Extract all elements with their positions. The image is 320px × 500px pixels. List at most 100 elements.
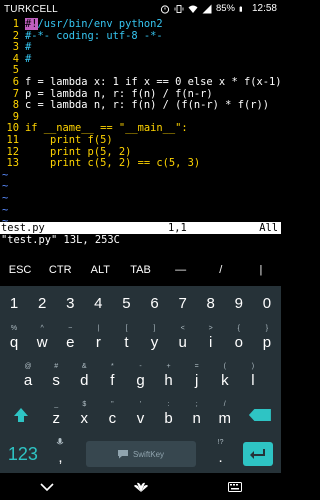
- key-h[interactable]: + h: [155, 360, 183, 394]
- key-b[interactable]: :b: [155, 398, 183, 432]
- key-g[interactable]: -g: [126, 360, 154, 394]
- status-filename: test.py: [1, 222, 45, 234]
- code-line: 2 #-*- coding: utf-8 -*-: [0, 29, 281, 43]
- key-5[interactable]: 5: [112, 286, 140, 320]
- key-8[interactable]: 8: [197, 286, 225, 320]
- key-z[interactable]: _ z: [42, 398, 70, 432]
- clock: 12:58: [251, 3, 277, 14]
- ctrl-key[interactable]: CTR: [40, 264, 80, 276]
- key-r[interactable]: | r: [84, 322, 112, 356]
- keyboard-switch-icon[interactable]: [227, 481, 242, 492]
- key-9[interactable]: 9: [225, 286, 253, 320]
- key-6[interactable]: 6: [140, 286, 168, 320]
- code-text: print f(5): [25, 133, 113, 146]
- wifi-icon: [188, 5, 198, 13]
- key-j[interactable]: = j: [183, 360, 211, 394]
- line-number: 8: [12, 99, 19, 112]
- code-text: #: [25, 52, 32, 65]
- key-e[interactable]: ~ e: [56, 322, 84, 356]
- code-text: #-*- coding: utf-8 -*-: [25, 29, 163, 42]
- status-icons: 85% 12:58: [160, 3, 277, 14]
- code-line: 13 print c(5, 2) == c(5, 3): [0, 157, 281, 170]
- backspace-icon: [248, 409, 271, 421]
- vim-status-line: test.py 1,1 All: [0, 222, 281, 234]
- extra-keys-row: ESC CTR ALT TAB — / |: [0, 256, 281, 284]
- code-text: #: [25, 41, 32, 54]
- backspace-key[interactable]: [239, 398, 281, 432]
- space-brand-label: SwiftKey: [132, 449, 165, 459]
- key-u[interactable]: < u: [169, 322, 197, 356]
- tab-key[interactable]: TAB: [120, 264, 160, 276]
- key-l[interactable]: ) l: [239, 360, 267, 394]
- signal-icon: [202, 4, 212, 13]
- key-s[interactable]: # s: [42, 360, 70, 394]
- key-f[interactable]: * f: [98, 360, 126, 394]
- vim-command-line: "test.py" 13L, 253C: [0, 234, 282, 246]
- enter-key[interactable]: [235, 436, 281, 472]
- enter-icon: [250, 449, 266, 459]
- line-number: 11: [6, 133, 19, 146]
- key-n[interactable]: ; n: [183, 398, 211, 432]
- key-y[interactable]: ] y: [140, 322, 168, 356]
- key-0[interactable]: 0: [253, 286, 281, 320]
- swiftkey-keyboard: 1 2 3 4 5 6 7 8 9 0 % q ^ w ~ e | r [t ] y < u…: [0, 286, 281, 473]
- key-q[interactable]: % q: [0, 322, 28, 356]
- key-x[interactable]: $ x: [70, 398, 98, 432]
- huawei-logo-icon: [133, 482, 148, 492]
- key-3[interactable]: 3: [56, 286, 84, 320]
- empty-line-marker: ~: [2, 191, 9, 204]
- code-line: 3 #: [0, 41, 281, 54]
- code-line: 8 c = lambda n, r: f(n) / (f(n-r) * f(r)): [0, 99, 281, 112]
- key-k[interactable]: (k: [211, 360, 239, 394]
- comma-key[interactable]: ,: [46, 436, 75, 472]
- empty-line-marker: ~: [2, 168, 9, 181]
- letter-row-3: _ z $ x " c ' v :b ; n / m: [0, 398, 281, 432]
- key-a[interactable]: @ a: [14, 360, 42, 394]
- code-text: print p(5, 2): [25, 145, 132, 158]
- letter-row-1: % q ^ w ~ e | r [t ] y < u > i {o } p: [0, 322, 281, 356]
- vibrate-icon: [174, 4, 184, 13]
- key-w[interactable]: ^ w: [28, 322, 56, 356]
- key-t[interactable]: [t: [112, 322, 140, 356]
- key-c[interactable]: " c: [98, 398, 126, 432]
- code-text: c = lambda n, r: f(n) / (f(n-r) * f(r)): [25, 99, 269, 112]
- swiftkey-logo-icon: [117, 450, 128, 459]
- number-row: 1 2 3 4 5 6 7 8 9 0: [0, 286, 281, 320]
- pipe-key[interactable]: |: [241, 264, 281, 276]
- key-4[interactable]: 4: [84, 286, 112, 320]
- letter-row-2: @ a # s & d * f -g + h = j (k ) l: [0, 360, 281, 394]
- symbols-mode-key[interactable]: 123: [0, 436, 46, 472]
- esc-key[interactable]: ESC: [0, 264, 40, 276]
- key-1[interactable]: 1: [0, 286, 28, 320]
- key-m[interactable]: / m: [211, 398, 239, 432]
- alt-key[interactable]: ALT: [80, 264, 120, 276]
- code-text: f = lambda x: 1 if x == 0 else x * f(x-1…: [25, 75, 282, 88]
- scroll-scope: All: [259, 222, 278, 234]
- carrier-name: TURKCELL: [4, 4, 58, 15]
- key-v[interactable]: ' v: [126, 398, 154, 432]
- line-number: 6: [12, 75, 19, 88]
- dash-key[interactable]: —: [161, 264, 201, 276]
- shift-icon: [14, 408, 29, 422]
- shift-key[interactable]: [0, 398, 42, 432]
- bottom-row: 123 , SwiftKey !?.: [0, 436, 281, 472]
- vim-editor[interactable]: 1 #!/usr/bin/env python2 2 #-*- coding: ut…: [0, 18, 282, 238]
- key-d[interactable]: & d: [70, 360, 98, 394]
- key-i[interactable]: > i: [197, 322, 225, 356]
- key-7[interactable]: 7: [169, 286, 197, 320]
- code-line: 4 #: [0, 52, 281, 66]
- empty-line-marker: ~: [2, 203, 9, 216]
- key-o[interactable]: {o: [225, 322, 253, 356]
- line-number: 13: [6, 157, 19, 170]
- slash-key[interactable]: /: [201, 264, 241, 276]
- chevron-down-icon[interactable]: [39, 482, 54, 492]
- space-bar[interactable]: SwiftKey: [75, 436, 206, 472]
- text-cursor: #!: [25, 18, 38, 30]
- period-key[interactable]: !?.: [206, 436, 235, 472]
- cursor-position: 1,1: [168, 222, 187, 234]
- key-p[interactable]: } p: [253, 322, 281, 356]
- navigation-bar: [0, 473, 281, 500]
- code-text: /usr/bin/env python2: [37, 18, 163, 30]
- key-2[interactable]: 2: [28, 286, 56, 320]
- microphone-icon: [57, 438, 64, 445]
